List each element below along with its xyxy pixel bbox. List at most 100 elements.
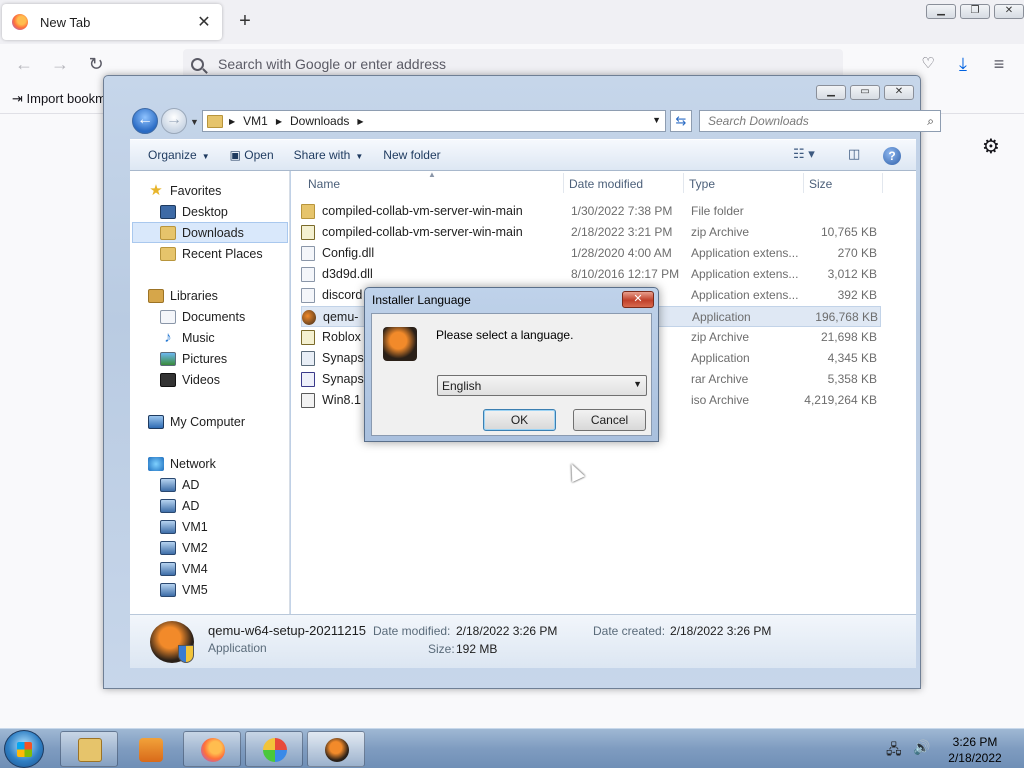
breadcrumb-downloads[interactable]: Downloads: [290, 114, 349, 128]
dialog-title: Installer Language: [372, 293, 471, 307]
details-file-name: qemu-w64-setup-20211215: [208, 623, 367, 638]
organize-button[interactable]: Organize ▼: [138, 148, 220, 162]
taskbar-firefox-button[interactable]: [183, 731, 241, 767]
file-name: Roblox: [322, 330, 361, 344]
sidebar-item-music[interactable]: ♪ Music: [160, 327, 289, 348]
qemu-installer-icon: [383, 327, 417, 361]
start-button[interactable]: [4, 730, 44, 768]
address-dropdown-icon[interactable]: ▼: [652, 115, 661, 125]
table-row[interactable]: Config.dll 1/28/2020 4:00 AM Application e…: [301, 243, 881, 264]
view-options-icon[interactable]: ☷ ▾: [793, 146, 815, 162]
column-headers: Name ▲ Date modified Type Size: [291, 170, 916, 195]
breadcrumb-vm1[interactable]: VM1: [243, 114, 268, 128]
sidebar-item-videos[interactable]: Videos: [160, 369, 289, 390]
dialog-close-button[interactable]: ✕: [622, 291, 654, 308]
language-select-value: English: [442, 379, 482, 393]
pocket-icon[interactable]: ♡: [917, 54, 939, 72]
explorer-close-button[interactable]: ✕: [884, 85, 914, 100]
zip-icon: [301, 330, 315, 345]
sidebar-item-host[interactable]: AD: [160, 474, 289, 495]
taskbar-paint-button[interactable]: [245, 731, 303, 767]
sidebar-item-host[interactable]: AD: [160, 495, 289, 516]
dialog-body: Please select a language. English ▼ OK C…: [371, 313, 652, 436]
browser-tab-bar: New Tab ✕ + ▁ ❐ ✕: [0, 0, 1024, 44]
column-header-type[interactable]: Type: [689, 177, 715, 191]
cancel-button[interactable]: Cancel: [573, 409, 646, 431]
file-size: 196,768 KB: [815, 310, 878, 324]
sidebar-item-label: Videos: [182, 372, 220, 387]
downloads-icon[interactable]: ⤓: [952, 54, 974, 75]
sidebar-item-host[interactable]: VM5: [160, 579, 289, 600]
sidebar-item-recent-places[interactable]: Recent Places: [160, 243, 289, 264]
gear-icon[interactable]: ⚙: [982, 134, 1000, 159]
explorer-minimize-button[interactable]: ▁: [816, 85, 846, 100]
sidebar-item-host[interactable]: VM2: [160, 537, 289, 558]
open-button[interactable]: ▣ Open: [220, 148, 284, 162]
column-header-date[interactable]: Date modified: [569, 177, 643, 191]
sidebar-item-network[interactable]: Network: [148, 453, 289, 474]
back-button[interactable]: ←: [132, 108, 158, 134]
details-pane: qemu-w64-setup-20211215 Application Date…: [130, 614, 916, 668]
search-input[interactable]: Search Downloads ⌕: [699, 110, 941, 132]
new-tab-button[interactable]: +: [234, 10, 256, 33]
sidebar-item-host[interactable]: VM1: [160, 516, 289, 537]
column-divider[interactable]: [683, 173, 684, 193]
forward-arrow-icon[interactable]: →: [49, 54, 71, 75]
forward-button[interactable]: →: [161, 108, 187, 134]
recent-pages-dropdown[interactable]: ▼: [190, 117, 199, 127]
help-icon[interactable]: ?: [883, 147, 901, 165]
clock[interactable]: 3:26 PM 2/18/2022: [940, 734, 1010, 766]
ok-button[interactable]: OK: [483, 409, 556, 431]
column-header-name[interactable]: Name: [308, 177, 340, 191]
table-row[interactable]: compiled-collab-vm-server-win-main 2/18/2…: [301, 222, 881, 243]
new-folder-button[interactable]: New folder: [373, 148, 450, 162]
reload-icon[interactable]: ↻: [85, 54, 107, 75]
refresh-button[interactable]: ⇆: [670, 110, 692, 132]
taskbar-media-player-button[interactable]: [121, 731, 179, 767]
import-bookmarks-link[interactable]: ⇥ Import bookm: [12, 91, 106, 107]
share-with-button[interactable]: Share with ▼: [284, 148, 374, 162]
column-divider[interactable]: [803, 173, 804, 193]
network-tray-icon[interactable]: 🖧: [886, 739, 902, 763]
star-icon: ★: [149, 181, 163, 199]
maximize-button[interactable]: ❐: [960, 4, 990, 19]
taskbar-qemu-installer-button[interactable]: [307, 731, 365, 767]
table-row[interactable]: compiled-collab-vm-server-win-main 1/30/2…: [301, 201, 881, 222]
share-with-label: Share with: [293, 148, 351, 162]
sidebar-item-downloads[interactable]: Downloads: [132, 222, 288, 243]
documents-icon: [160, 309, 176, 324]
file-name: compiled-collab-vm-server-win-main: [322, 204, 523, 218]
details-created-label: Date created:: [593, 624, 666, 638]
sidebar-item-favorites[interactable]: ★ Favorites: [148, 180, 289, 201]
browser-tab[interactable]: New Tab ✕: [2, 4, 222, 40]
file-type: rar Archive: [691, 372, 749, 386]
sidebar-item-documents[interactable]: Documents: [160, 306, 289, 327]
column-divider[interactable]: [882, 173, 883, 193]
file-date: 8/10/2016 12:17 PM: [571, 267, 680, 281]
file-size: 5,358 KB: [827, 372, 877, 386]
sidebar-item-desktop[interactable]: Desktop: [160, 201, 289, 222]
sidebar-item-my-computer[interactable]: My Computer: [148, 411, 289, 432]
column-divider[interactable]: [563, 173, 564, 193]
volume-icon[interactable]: 🔊: [913, 739, 930, 756]
address-bar[interactable]: ▶ VM1 ▶ Downloads ▶ ▼: [202, 110, 666, 132]
sidebar-item-host[interactable]: VM4: [160, 558, 289, 579]
menu-icon[interactable]: ≡: [988, 54, 1010, 75]
preview-pane-icon[interactable]: ◫: [848, 146, 860, 162]
taskbar-explorer-button[interactable]: [60, 731, 118, 767]
tab-close-icon[interactable]: ✕: [196, 12, 212, 32]
table-row[interactable]: d3d9d.dll 8/10/2016 12:17 PM Application e…: [301, 264, 881, 285]
language-select[interactable]: English ▼: [437, 375, 647, 396]
minimize-button[interactable]: ▁: [926, 4, 956, 19]
sidebar-item-pictures[interactable]: Pictures: [160, 348, 289, 369]
back-arrow-icon[interactable]: ←: [13, 54, 35, 75]
sidebar-item-libraries[interactable]: Libraries: [148, 285, 289, 306]
explorer-maximize-button[interactable]: ▭: [850, 85, 880, 100]
file-type: File folder: [691, 204, 744, 218]
sidebar-item-label: Pictures: [182, 351, 228, 366]
file-size: 270 KB: [837, 246, 877, 260]
close-window-button[interactable]: ✕: [994, 4, 1024, 19]
file-type: Application extens...: [691, 288, 799, 302]
zip-icon: [301, 225, 315, 240]
column-header-size[interactable]: Size: [809, 177, 832, 191]
